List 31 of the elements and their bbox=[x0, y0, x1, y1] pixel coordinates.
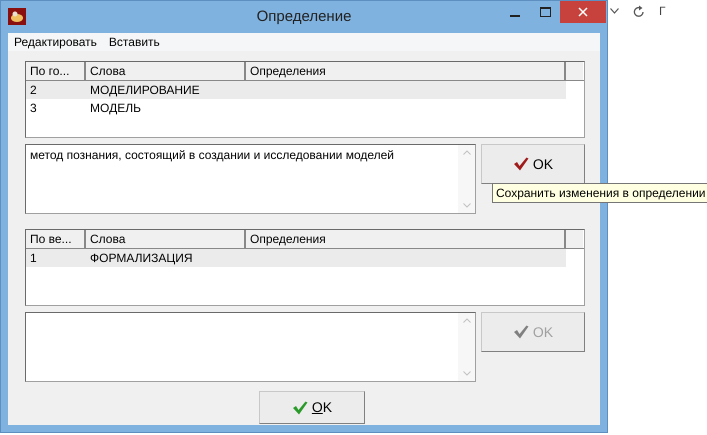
ok-button[interactable]: OK bbox=[481, 144, 585, 184]
maximize-icon bbox=[540, 7, 550, 17]
menu-item[interactable]: Вставить bbox=[102, 33, 166, 51]
minimize-icon bbox=[510, 15, 520, 17]
column-header[interactable]: Определения bbox=[246, 230, 566, 248]
app-icon bbox=[8, 8, 26, 25]
table-row[interactable]: 3 МОДЕЛЬ bbox=[26, 99, 566, 117]
column-header[interactable]: Слова bbox=[86, 62, 246, 80]
column-header[interactable]: По го... bbox=[26, 62, 86, 80]
column-header[interactable]: По ве... bbox=[26, 230, 86, 248]
table-cell-text: 3 bbox=[29, 100, 38, 117]
table-cell-text: МОДЕЛИРОВАНИЕ bbox=[89, 82, 201, 99]
ok-button[interactable]: OK bbox=[259, 391, 365, 424]
table-cell-text: 1 bbox=[29, 250, 38, 267]
table-row[interactable]: 2 МОДЕЛИРОВАНИЕ bbox=[26, 81, 566, 99]
chevron-down-icon[interactable] bbox=[610, 8, 619, 14]
column-header[interactable]: Определения bbox=[246, 62, 566, 80]
menu-item[interactable]: Редактировать bbox=[8, 33, 103, 51]
table-cell-text: 2 bbox=[29, 82, 38, 99]
window-title: Определение bbox=[256, 7, 352, 27]
close-icon bbox=[578, 7, 588, 17]
refresh-icon[interactable] bbox=[633, 4, 645, 18]
header-filler bbox=[566, 62, 583, 80]
column-header[interactable]: Слова bbox=[86, 230, 246, 248]
browser-text: Г bbox=[659, 3, 666, 20]
close-button[interactable] bbox=[560, 1, 606, 23]
tooltip: Сохранить изменения в определении bbox=[492, 183, 707, 203]
table-row[interactable]: 1 ФОРМАЛИЗАЦИЯ bbox=[26, 249, 566, 267]
header-filler bbox=[566, 230, 583, 248]
table-cell-text: МОДЕЛЬ bbox=[89, 100, 142, 117]
table-cell-text: ФОРМАЛИЗАЦИЯ bbox=[89, 250, 194, 267]
